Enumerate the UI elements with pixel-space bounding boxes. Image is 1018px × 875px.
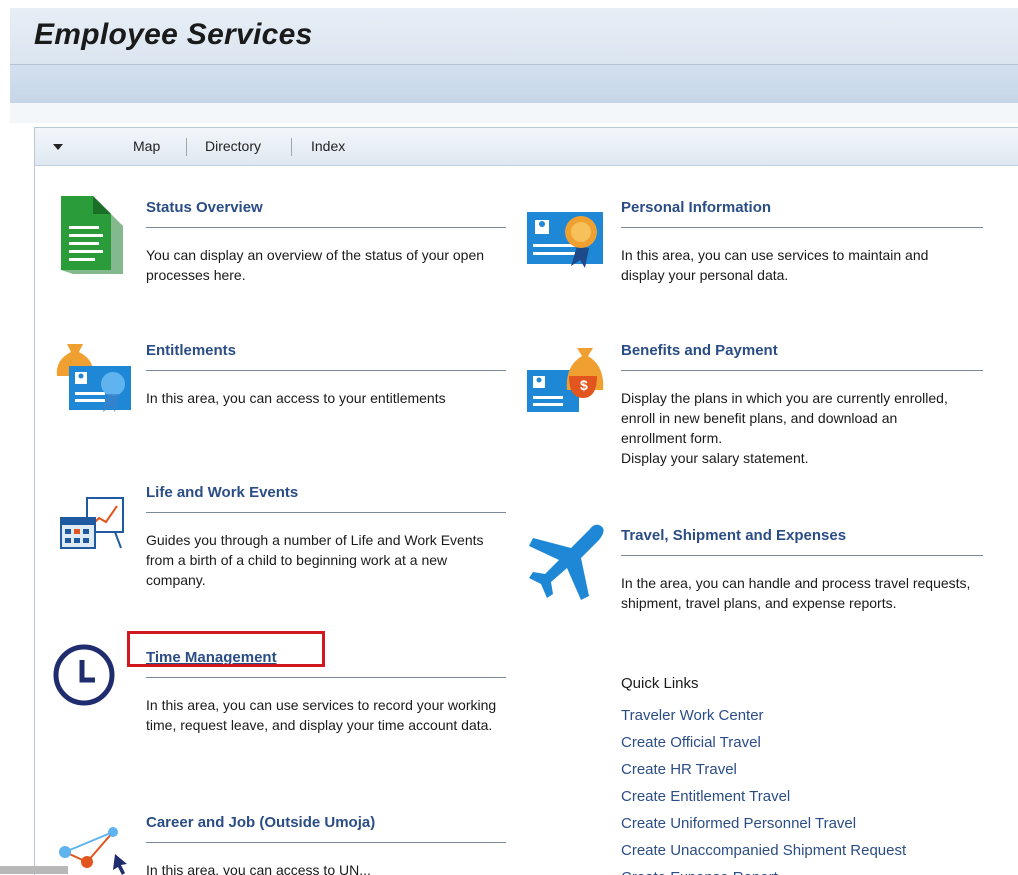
horizontal-scrollbar-thumb[interactable]	[0, 866, 68, 874]
divider	[146, 677, 506, 678]
benefits-payment-desc-line: Display the plans in which you are curre…	[621, 390, 948, 446]
clock-icon	[53, 644, 115, 706]
quick-link-create-hr-travel[interactable]: Create HR Travel	[621, 756, 906, 783]
nav-index[interactable]: Index	[311, 138, 345, 154]
quick-links-heading: Quick Links	[621, 675, 699, 692]
divider	[621, 227, 983, 228]
nav-separator	[291, 138, 292, 156]
svg-text:$: $	[580, 377, 588, 393]
status-overview-link[interactable]: Status Overview	[146, 199, 263, 216]
page-header: Employee Services	[10, 8, 1018, 65]
quick-link-create-unaccompanied-shipment-request[interactable]: Create Unaccompanied Shipment Request	[621, 837, 906, 864]
entitlements-link[interactable]: Entitlements	[146, 342, 236, 359]
services-panel: Map Directory Index Status Overview You …	[34, 127, 1018, 875]
entitlements-card: Entitlements In this area, you can acces…	[146, 342, 506, 452]
time-management-desc: In this area, you can use services to re…	[146, 697, 497, 733]
life-work-events-link[interactable]: Life and Work Events	[146, 484, 298, 501]
career-card: Career and Job (Outside Umoja) In this a…	[146, 814, 506, 875]
personal-information-desc: In this area, you can use services to ma…	[621, 247, 929, 283]
view-nav-bar: Map Directory Index	[35, 128, 1018, 166]
divider	[621, 370, 983, 371]
quick-link-create-official-travel[interactable]: Create Official Travel	[621, 729, 906, 756]
header-sub-band	[10, 65, 1018, 103]
quick-link-create-expense-report[interactable]: Create Expense Report	[621, 864, 906, 875]
green-document-icon	[61, 196, 123, 274]
nav-directory[interactable]: Directory	[205, 138, 261, 154]
benefits-payment-card: Benefits and Payment Display the plans i…	[621, 342, 983, 492]
life-work-events-desc: Guides you through a number of Life and …	[146, 532, 484, 588]
divider	[146, 842, 506, 843]
travel-link[interactable]: Travel, Shipment and Expenses	[621, 527, 846, 544]
id-card-with-money-bag-icon: $	[527, 348, 604, 412]
divider	[146, 227, 506, 228]
personal-information-card: Personal Information In this area, you c…	[621, 199, 983, 309]
quick-link-traveler-work-center[interactable]: Traveler Work Center	[621, 702, 906, 729]
benefits-payment-link[interactable]: Benefits and Payment	[621, 342, 778, 359]
life-work-events-card: Life and Work Events Guides you through …	[146, 484, 506, 604]
quick-link-create-entitlement-travel[interactable]: Create Entitlement Travel	[621, 783, 906, 810]
collapse-arrow-icon[interactable]	[53, 144, 63, 150]
quick-links-list: Traveler Work Center Create Official Tra…	[621, 702, 906, 875]
travel-desc: In the area, you can handle and process …	[621, 575, 971, 611]
divider	[621, 555, 983, 556]
career-desc: In this area, you can access to UN...	[146, 862, 371, 875]
salary-statement-desc: Display your salary statement.	[621, 450, 809, 466]
nav-map[interactable]: Map	[133, 138, 160, 154]
time-management-card: Time Management In this area, you can us…	[146, 649, 506, 769]
airplane-icon	[529, 524, 604, 600]
id-card-with-ribbon-icon	[527, 212, 603, 268]
travel-card: Travel, Shipment and Expenses In the are…	[621, 527, 983, 647]
header-spacer	[10, 103, 1018, 123]
career-link[interactable]: Career and Job (Outside Umoja)	[146, 814, 375, 831]
status-overview-card: Status Overview You can display an overv…	[146, 199, 506, 309]
personal-information-link[interactable]: Personal Information	[621, 199, 771, 216]
benefits-payment-desc: Display the plans in which you are curre…	[621, 388, 961, 468]
calendar-chart-icon	[60, 497, 124, 549]
entitlements-desc: In this area, you can access to your ent…	[146, 390, 446, 406]
status-overview-desc: You can display an overview of the statu…	[146, 247, 485, 283]
page-title: Employee Services	[34, 18, 313, 51]
nav-separator	[186, 138, 187, 156]
divider	[146, 512, 506, 513]
quick-link-create-uniformed-personnel-travel[interactable]: Create Uniformed Personnel Travel	[621, 810, 906, 837]
money-bag-id-card-icon	[56, 344, 131, 412]
time-management-highlight-box	[127, 631, 325, 667]
divider	[146, 370, 506, 371]
